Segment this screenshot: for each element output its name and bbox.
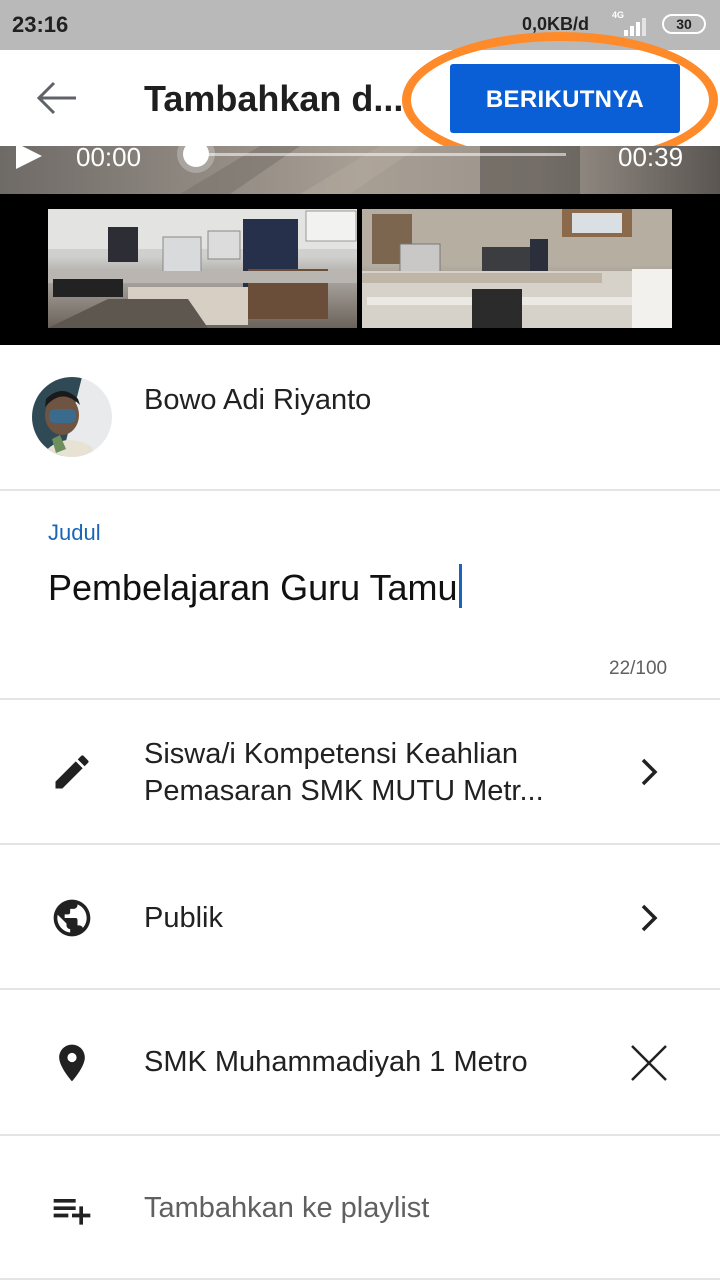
current-time: 00:00 [76, 142, 142, 172]
pencil-icon [55, 755, 89, 789]
chevron-right-icon [641, 904, 658, 932]
video-thumbnail[interactable] [362, 209, 672, 328]
title-input-text: Pembelajaran Guru Tamu [48, 567, 458, 608]
signal-icon [624, 18, 646, 36]
next-button[interactable]: BERIKUTNYA [450, 64, 680, 133]
page-title: Tambahkan d... [144, 78, 404, 119]
network-speed: 0,0KB/d [522, 14, 590, 34]
title-input[interactable]: Pembelajaran Guru Tamu [48, 564, 462, 609]
classroom-image [362, 209, 672, 328]
battery-icon: 30 [662, 14, 706, 34]
status-time: 23:16 [12, 12, 69, 37]
arrow-left-icon[interactable] [36, 78, 78, 118]
status-bar [0, 0, 720, 50]
seek-bar[interactable] [196, 153, 566, 156]
network-type: 4G [612, 10, 625, 20]
profile-photo [32, 377, 112, 457]
channel-name: Bowo Adi Riyanto [144, 384, 372, 416]
add-to-playlist-label: Tambahkan ke playlist [144, 1192, 430, 1224]
description-line-2: Pemasaran SMK MUTU Metr... [144, 775, 544, 807]
playlist-add-icon [53, 1199, 91, 1225]
video-thumbnail[interactable] [48, 209, 357, 328]
chevron-right-icon [641, 758, 658, 786]
text-cursor [458, 564, 462, 608]
visibility-label: Publik [144, 902, 223, 934]
play-icon[interactable] [14, 143, 44, 169]
character-counter: 22/100 [609, 658, 668, 679]
location-label: SMK Muhammadiyah 1 Metro [144, 1046, 528, 1078]
description-row[interactable] [0, 700, 720, 843]
classroom-image [48, 209, 357, 328]
location-pin-icon [59, 1044, 85, 1082]
duration: 00:39 [618, 142, 684, 172]
description-line-1: Siswa/i Kompetensi Keahlian [144, 738, 518, 770]
globe-icon [53, 899, 91, 937]
title-field-label: Judul [48, 520, 101, 545]
divider [0, 489, 720, 491]
close-icon[interactable] [628, 1042, 670, 1084]
seek-handle[interactable] [183, 141, 209, 167]
visibility-row[interactable] [0, 845, 720, 988]
avatar [32, 377, 112, 457]
